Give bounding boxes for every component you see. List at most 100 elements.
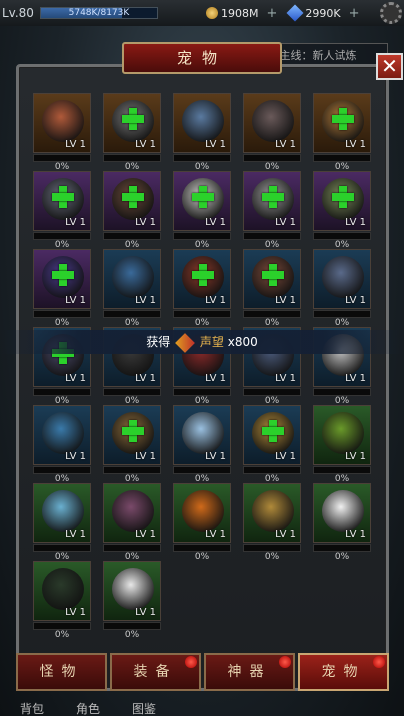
pet-frame: LV 1 [33, 249, 91, 309]
add-plus-icon[interactable] [52, 264, 74, 286]
pet-slot[interactable]: LV 1 0% [33, 171, 91, 253]
pet-progress-pct: 0% [264, 552, 280, 562]
reputation-icon [175, 332, 195, 353]
pet-slot[interactable]: LV 1 0% [243, 405, 301, 487]
pet-slot[interactable]: LV 1 0% [103, 171, 161, 253]
gold-display: 1908M [205, 7, 258, 20]
pet-frame: LV 1 [33, 561, 91, 621]
add-plus-icon[interactable] [262, 186, 284, 208]
pet-slot[interactable]: LV 1 0% [313, 171, 371, 253]
add-plus-icon[interactable] [52, 186, 74, 208]
pet-slot[interactable]: LV 1 0% [103, 249, 161, 331]
add-plus-icon[interactable] [262, 264, 284, 286]
pet-progress-bar [103, 466, 161, 474]
add-plus-icon[interactable] [122, 186, 144, 208]
add-plus-icon[interactable] [192, 186, 214, 208]
add-plus-icon[interactable] [192, 264, 214, 286]
pet-progress-bar [173, 310, 231, 318]
tab-artifact[interactable]: 神器 [204, 653, 295, 691]
pet-level: LV 1 [135, 139, 156, 150]
pet-level: LV 1 [345, 451, 366, 462]
tab-label: 神器 [227, 664, 272, 680]
pet-slot[interactable]: LV 1 0% [243, 171, 301, 253]
nav-item[interactable]: 背包 [20, 700, 44, 716]
pet-level: LV 1 [135, 607, 156, 618]
add-plus-icon[interactable] [332, 186, 354, 208]
reward-toast: 获得 声望 x800 [0, 330, 404, 354]
settings-gear-icon[interactable] [380, 2, 402, 24]
pet-level: LV 1 [65, 607, 86, 618]
pet-progress-bar [33, 310, 91, 318]
pet-slot[interactable]: LV 1 0% [173, 171, 231, 253]
pet-progress-bar [33, 154, 91, 162]
red-dot-badge-icon [279, 656, 291, 668]
pet-progress-bar [313, 544, 371, 552]
pet-slot[interactable]: LV 1 0% [173, 93, 231, 175]
red-dot-badge-icon [185, 656, 197, 668]
close-button[interactable]: ✕ [376, 53, 403, 80]
pet-frame: LV 1 [103, 93, 161, 153]
add-plus-icon[interactable] [332, 108, 354, 130]
pet-slot[interactable]: LV 1 0% [103, 483, 161, 565]
pet-level: LV 1 [345, 139, 366, 150]
pet-portrait [182, 100, 224, 142]
pet-slot[interactable]: LV 1 0% [33, 93, 91, 175]
nav-item[interactable]: 角色 [76, 700, 100, 716]
pet-level: LV 1 [345, 217, 366, 228]
pet-slot[interactable]: LV 1 0% [313, 405, 371, 487]
pet-progress-bar [33, 466, 91, 474]
add-plus-icon[interactable] [262, 420, 284, 442]
pet-progress-pct: 0% [334, 552, 350, 562]
tab-pet[interactable]: 宠物 [298, 653, 389, 691]
pet-level: LV 1 [275, 529, 296, 540]
pet-progress-bar [103, 310, 161, 318]
gem-amount: 2990K [305, 6, 341, 20]
pet-level: LV 1 [135, 295, 156, 306]
pet-frame: LV 1 [173, 171, 231, 231]
pet-slot[interactable]: LV 1 0% [173, 483, 231, 565]
pet-slot[interactable]: LV 1 0% [313, 249, 371, 331]
pet-slot[interactable]: LV 1 0% [33, 483, 91, 565]
pet-slot[interactable]: LV 1 0% [33, 561, 91, 643]
pet-progress-bar [313, 466, 371, 474]
pet-slot[interactable]: LV 1 0% [173, 405, 231, 487]
pet-level: LV 1 [205, 373, 226, 384]
tab-equipment[interactable]: 装备 [110, 653, 201, 691]
pet-progress-bar [313, 310, 371, 318]
pet-slot[interactable]: LV 1 0% [103, 93, 161, 175]
pet-frame: LV 1 [243, 171, 301, 231]
pet-slot[interactable]: LV 1 0% [33, 405, 91, 487]
pet-slot[interactable]: LV 1 0% [313, 483, 371, 565]
pet-portrait [42, 100, 84, 142]
pet-frame: LV 1 [173, 405, 231, 465]
pet-progress-bar [243, 388, 301, 396]
pet-progress-bar [103, 622, 161, 630]
tab-monster[interactable]: 怪物 [16, 653, 107, 691]
pet-slot[interactable]: LV 1 0% [103, 405, 161, 487]
pet-slot[interactable]: LV 1 0% [243, 249, 301, 331]
pet-level: LV 1 [135, 529, 156, 540]
pet-level: LV 1 [65, 373, 86, 384]
pet-slot[interactable]: LV 1 0% [103, 561, 161, 643]
pet-portrait [322, 256, 364, 298]
toast-prefix: 获得 [146, 335, 171, 349]
pet-progress-bar [33, 622, 91, 630]
pet-level: LV 1 [65, 139, 86, 150]
tab-label: 宠物 [321, 664, 366, 680]
nav-item[interactable]: 图鉴 [132, 700, 156, 716]
bottom-nav: 背包 角色 图鉴 [0, 700, 404, 716]
pet-slot[interactable]: LV 1 0% [243, 93, 301, 175]
add-gem-button[interactable]: + [349, 6, 360, 21]
pet-slot[interactable]: LV 1 0% [173, 249, 231, 331]
add-plus-icon[interactable] [122, 108, 144, 130]
pet-portrait [112, 490, 154, 532]
pet-progress-bar [243, 310, 301, 318]
pet-progress-pct: 0% [54, 630, 70, 640]
pet-level: LV 1 [65, 295, 86, 306]
add-gold-button[interactable]: + [266, 6, 277, 21]
pet-slot[interactable]: LV 1 0% [33, 249, 91, 331]
add-plus-icon[interactable] [122, 420, 144, 442]
gem-display: 2990K [286, 4, 341, 22]
pet-slot[interactable]: LV 1 0% [313, 93, 371, 175]
pet-slot[interactable]: LV 1 0% [243, 483, 301, 565]
